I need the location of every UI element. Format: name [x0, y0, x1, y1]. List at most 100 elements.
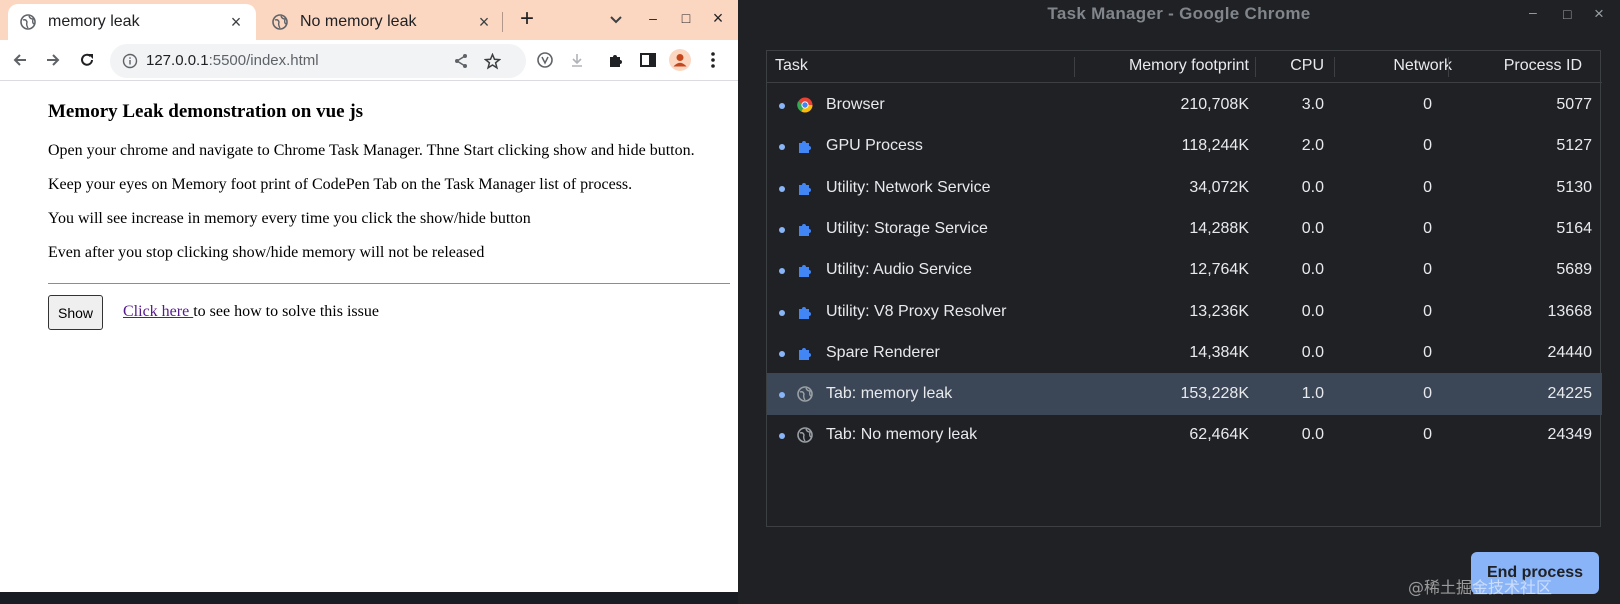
- show-button[interactable]: Show: [48, 295, 103, 330]
- forward-icon[interactable]: [42, 49, 64, 71]
- side-panel-icon[interactable]: [637, 49, 659, 71]
- cell-process-id: 5127: [1556, 137, 1592, 155]
- row-bullet: [779, 433, 785, 440]
- extension-download-icon[interactable]: [566, 49, 588, 71]
- cell-network: 0: [1423, 261, 1432, 279]
- minimize-icon[interactable]: –: [642, 6, 664, 30]
- row-bullet: [779, 268, 785, 275]
- cell-network: 0: [1423, 343, 1432, 361]
- tab-title: No memory leak: [300, 13, 417, 30]
- kebab-menu-icon[interactable]: [702, 49, 724, 71]
- tab-close-icon[interactable]: ×: [228, 13, 244, 31]
- cell-task: Spare Renderer: [826, 343, 940, 361]
- cell-task: Utility: V8 Proxy Resolver: [826, 302, 1007, 320]
- maximize-icon[interactable]: □: [1563, 6, 1571, 22]
- cell-task: Tab: No memory leak: [826, 426, 978, 444]
- tab-no-memory-leak[interactable]: No memory leak ×: [260, 4, 504, 40]
- cell-network: 0: [1423, 178, 1432, 196]
- cell-memory: 34,072K: [1189, 178, 1249, 196]
- url-host: 127.0.0.1: [146, 52, 209, 69]
- table-header: Task Memory footprint CPU Network Proces…: [767, 51, 1602, 83]
- table-row[interactable]: Tab: memory leak 153,228K 1.0 0 24225: [767, 373, 1602, 416]
- url-path: :5500/index.html: [208, 52, 319, 69]
- info-icon[interactable]: [122, 53, 138, 69]
- column-cpu[interactable]: CPU: [1290, 57, 1324, 75]
- instruction-1: Open your chrome and navigate to Chrome …: [48, 142, 695, 159]
- table-row[interactable]: Browser 210,708K 3.0 0 5077: [767, 84, 1602, 126]
- table-row[interactable]: Utility: V8 Proxy Resolver 13,236K 0.0 0 136…: [767, 291, 1602, 333]
- tab-close-icon[interactable]: ×: [476, 13, 492, 31]
- page-content: Memory Leak demonstration on vue js Open…: [0, 81, 738, 591]
- page-title: Memory Leak demonstration on vue js: [48, 101, 364, 122]
- cell-cpu: 0.0: [1301, 302, 1324, 320]
- cell-process-id: 24225: [1547, 385, 1593, 403]
- share-icon[interactable]: [450, 50, 472, 72]
- cell-task: Utility: Audio Service: [826, 261, 972, 279]
- column-separator: [1255, 57, 1256, 77]
- table-row[interactable]: Spare Renderer 14,384K 0.0 0 24440: [767, 332, 1602, 374]
- window-title: Task Manager - Google Chrome: [1047, 4, 1311, 23]
- puzzle-icon: [799, 182, 811, 195]
- address-bar[interactable]: 127.0.0.1:5500/index.html: [110, 44, 526, 78]
- globe-icon: [20, 14, 36, 30]
- cell-cpu: 0.0: [1301, 178, 1324, 196]
- solve-line: Click here to see how to solve this issu…: [123, 303, 379, 321]
- maximize-icon[interactable]: □: [675, 6, 697, 30]
- table-row[interactable]: GPU Process 118,244K 2.0 0 5127: [767, 125, 1602, 167]
- cell-process-id: 24440: [1547, 343, 1593, 361]
- chevron-down-icon[interactable]: [605, 9, 627, 31]
- column-task[interactable]: Task: [775, 57, 808, 75]
- cell-memory: 153,228K: [1180, 385, 1249, 403]
- column-process-id[interactable]: Process ID: [1504, 57, 1582, 75]
- cell-network: 0: [1423, 96, 1432, 113]
- cell-cpu: 2.0: [1301, 137, 1324, 155]
- row-bullet: [779, 185, 785, 192]
- cell-cpu: 1.0: [1301, 385, 1324, 403]
- globe-icon: [797, 386, 813, 402]
- table-row[interactable]: Utility: Network Service 34,072K 0.0 0 5130: [767, 167, 1602, 209]
- cell-memory: 62,464K: [1189, 426, 1249, 444]
- new-tab-button[interactable]: +: [516, 7, 538, 32]
- column-network[interactable]: Network: [1393, 57, 1452, 75]
- close-icon[interactable]: ×: [707, 6, 729, 30]
- watermark: @稀土掘金技术社区: [1408, 578, 1553, 597]
- click-here-link[interactable]: Click here: [123, 303, 193, 320]
- globe-icon: [797, 427, 813, 444]
- cell-network: 0: [1423, 426, 1432, 444]
- cell-memory: 14,384K: [1189, 343, 1249, 361]
- cell-process-id: 5130: [1556, 178, 1592, 196]
- row-bullet: [779, 103, 785, 109]
- cell-memory: 118,244K: [1181, 137, 1249, 155]
- avatar[interactable]: [669, 49, 691, 71]
- puzzle-icon: [799, 306, 811, 319]
- cell-task: Tab: memory leak: [826, 385, 953, 403]
- minimize-icon[interactable]: –: [1529, 4, 1537, 20]
- column-memory[interactable]: Memory footprint: [1129, 57, 1249, 75]
- row-bullet: [779, 226, 785, 233]
- url-text: 127.0.0.1:5500/index.html: [146, 52, 319, 69]
- cell-process-id: 5689: [1556, 261, 1592, 279]
- table-row[interactable]: Utility: Audio Service 12,764K 0.0 0 5689: [767, 249, 1602, 291]
- tab-separator: [502, 12, 503, 32]
- chrome-icon: [797, 97, 813, 113]
- table-row[interactable]: Tab: No memory leak 62,464K 0.0 0 24349: [767, 414, 1602, 456]
- browser-toolbar: 127.0.0.1:5500/index.html: [0, 40, 738, 80]
- row-bullet: [779, 350, 785, 357]
- cell-memory: 210,708K: [1180, 96, 1249, 113]
- table-row[interactable]: Utility: Storage Service 14,288K 0.0 0 5164: [767, 208, 1602, 250]
- cell-process-id: 5164: [1556, 219, 1592, 237]
- reload-icon[interactable]: [76, 49, 98, 71]
- puzzle-icon: [799, 347, 811, 360]
- extension-vue-icon[interactable]: [534, 49, 556, 71]
- taskbar: [0, 592, 738, 604]
- extensions-puzzle-icon[interactable]: [605, 49, 627, 71]
- cell-task: GPU Process: [826, 137, 923, 155]
- cell-network: 0: [1423, 219, 1432, 237]
- instruction-2: Keep your eyes on Memory foot print of C…: [48, 176, 633, 193]
- back-icon[interactable]: [9, 49, 31, 71]
- tab-memory-leak[interactable]: memory leak ×: [8, 4, 256, 40]
- column-separator: [1334, 57, 1335, 77]
- close-icon[interactable]: ×: [1594, 4, 1604, 24]
- bookmark-star-icon[interactable]: [481, 50, 503, 72]
- browser-window: memory leak × No memory leak × + – □ × 1…: [0, 0, 738, 604]
